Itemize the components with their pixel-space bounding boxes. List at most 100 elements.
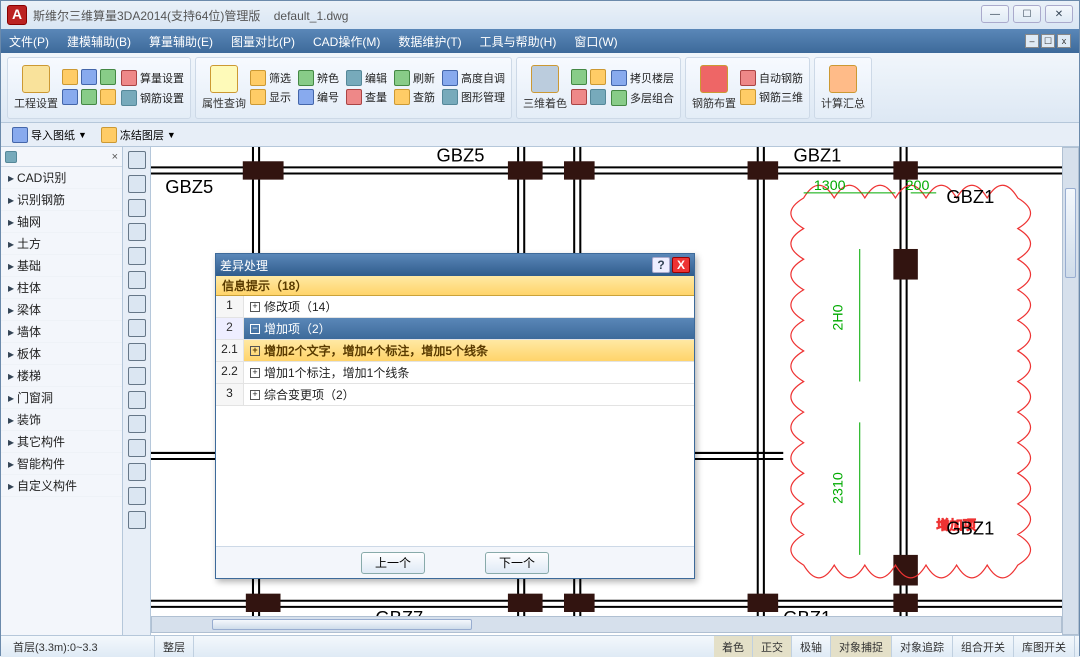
list-row[interactable]: 2−增加项（2） bbox=[216, 318, 694, 340]
list-row[interactable]: 3+综合变更项（2） bbox=[216, 384, 694, 406]
i1[interactable] bbox=[571, 69, 587, 85]
menu-cad[interactable]: CAD操作(M) bbox=[313, 33, 380, 50]
palette-tool[interactable] bbox=[128, 439, 146, 457]
palette-tool[interactable] bbox=[128, 175, 146, 193]
horizontal-scrollbar[interactable] bbox=[151, 616, 1062, 633]
id-button[interactable]: 编号 bbox=[296, 88, 341, 106]
sidebar-item-slab[interactable]: ▸板体 bbox=[1, 343, 122, 365]
next-button[interactable]: 下一个 bbox=[485, 552, 549, 574]
menu-model[interactable]: 建模辅助(B) bbox=[67, 33, 131, 50]
rebar-3d-button[interactable]: 钢筋三维 bbox=[738, 88, 805, 106]
mdi-max[interactable]: ☐ bbox=[1041, 34, 1055, 48]
sidebar-item-axis[interactable]: ▸轴网 bbox=[1, 211, 122, 233]
palette-tool[interactable] bbox=[128, 151, 146, 169]
status-cell[interactable]: 整层 bbox=[155, 636, 194, 657]
floor-cell[interactable]: 首层(3.3m):0~3.3 bbox=[5, 636, 155, 657]
project-settings-button[interactable]: 工程设置 bbox=[12, 59, 60, 117]
dialog-close-button[interactable]: X bbox=[672, 257, 690, 273]
palette-tool[interactable] bbox=[128, 199, 146, 217]
dialog-titlebar[interactable]: 差异处理 ?X bbox=[216, 254, 694, 276]
expand-icon[interactable]: − bbox=[250, 324, 260, 334]
expand-icon[interactable]: + bbox=[250, 368, 260, 378]
palette-tool[interactable] bbox=[128, 463, 146, 481]
expand-icon[interactable]: + bbox=[250, 302, 260, 312]
show-button[interactable]: 显示 bbox=[248, 88, 293, 106]
gfx-button[interactable]: 图形管理 bbox=[440, 88, 507, 106]
sidebar-item-finish[interactable]: ▸装饰 bbox=[1, 409, 122, 431]
qty-button[interactable]: 查量 bbox=[344, 88, 389, 106]
menu-window[interactable]: 窗口(W) bbox=[574, 33, 617, 50]
close-button[interactable]: ✕ bbox=[1045, 5, 1073, 23]
font-icon[interactable] bbox=[62, 89, 78, 105]
status-cell[interactable]: 极轴 bbox=[792, 636, 831, 657]
save-icon[interactable] bbox=[100, 69, 116, 85]
rebar-settings-button[interactable]: 钢筋设置 bbox=[119, 89, 186, 107]
palette-tool[interactable] bbox=[128, 415, 146, 433]
sidebar-item-smart[interactable]: ▸智能构件 bbox=[1, 453, 122, 475]
freeze-layer-button[interactable]: 冻结图层▼ bbox=[96, 125, 181, 145]
property-query-button[interactable]: 属性查询 bbox=[200, 59, 248, 117]
auto-rebar-button[interactable]: 自动钢筋 bbox=[738, 69, 805, 87]
prev-button[interactable]: 上一个 bbox=[361, 552, 425, 574]
menu-data[interactable]: 数据维护(T) bbox=[398, 33, 461, 50]
i4[interactable] bbox=[590, 89, 606, 105]
open-icon[interactable] bbox=[81, 69, 97, 85]
pin-icon[interactable] bbox=[5, 151, 17, 163]
status-cell[interactable]: 对象捕捉 bbox=[831, 636, 892, 657]
multi-floor-button[interactable]: 多层组合 bbox=[609, 89, 676, 107]
palette-tool[interactable] bbox=[128, 343, 146, 361]
expand-icon[interactable]: + bbox=[250, 390, 260, 400]
status-cell[interactable]: 正交 bbox=[753, 636, 792, 657]
height-button[interactable]: 高度自调 bbox=[440, 69, 507, 87]
status-cell[interactable]: 库图开关 bbox=[1014, 636, 1075, 657]
refresh-button[interactable]: 刷新 bbox=[392, 69, 437, 87]
sidebar-item-beam[interactable]: ▸梁体 bbox=[1, 299, 122, 321]
sidebar-item-column[interactable]: ▸柱体 bbox=[1, 277, 122, 299]
mdi-close[interactable]: x bbox=[1057, 34, 1071, 48]
new-icon[interactable] bbox=[62, 69, 78, 85]
palette-tool[interactable] bbox=[128, 391, 146, 409]
sidebar-item-custom[interactable]: ▸自定义构件 bbox=[1, 475, 122, 497]
maximize-button[interactable]: ☐ bbox=[1013, 5, 1041, 23]
rebar-layout-button[interactable]: 钢筋布置 bbox=[690, 59, 738, 117]
i3[interactable] bbox=[571, 89, 587, 105]
palette-tool[interactable] bbox=[128, 487, 146, 505]
list-row[interactable]: 2.1+增加2个文字，增加4个标注，增加5个线条 bbox=[216, 340, 694, 362]
sidebar-close[interactable]: × bbox=[112, 151, 118, 163]
palette-tool[interactable] bbox=[128, 319, 146, 337]
palette-tool[interactable] bbox=[128, 271, 146, 289]
list-row[interactable]: 2.2+增加1个标注，增加1个线条 bbox=[216, 362, 694, 384]
sidebar-item-opening[interactable]: ▸门窗洞 bbox=[1, 387, 122, 409]
palette-tool[interactable] bbox=[128, 367, 146, 385]
menu-calc[interactable]: 算量辅助(E) bbox=[149, 33, 213, 50]
help-button[interactable]: ? bbox=[652, 257, 670, 273]
import-drawing-button[interactable]: 导入图纸▼ bbox=[7, 125, 92, 145]
sidebar-item-rebar[interactable]: ▸识别钢筋 bbox=[1, 189, 122, 211]
sidebar-item-wall[interactable]: ▸墙体 bbox=[1, 321, 122, 343]
menu-file[interactable]: 文件(P) bbox=[9, 33, 49, 50]
sidebar-item-stair[interactable]: ▸楼梯 bbox=[1, 365, 122, 387]
calc-summary-button[interactable]: 计算汇总 bbox=[819, 59, 867, 117]
3d-shade-button[interactable]: 三维着色 bbox=[521, 59, 569, 117]
sidebar-item-other[interactable]: ▸其它构件 bbox=[1, 431, 122, 453]
palette-tool[interactable] bbox=[128, 223, 146, 241]
sidebar-item-cad[interactable]: ▸CAD识别 bbox=[1, 167, 122, 189]
mdi-min[interactable]: – bbox=[1025, 34, 1039, 48]
filter-button[interactable]: 筛选 bbox=[248, 69, 293, 87]
undo-icon[interactable] bbox=[81, 89, 97, 105]
copy-floor-button[interactable]: 拷贝楼层 bbox=[609, 69, 676, 87]
list-row[interactable]: 1+修改项（14） bbox=[216, 296, 694, 318]
palette-tool[interactable] bbox=[128, 295, 146, 313]
sidebar-item-earth[interactable]: ▸土方 bbox=[1, 233, 122, 255]
color-button[interactable]: 辨色 bbox=[296, 69, 341, 87]
edit-button[interactable]: 编辑 bbox=[344, 69, 389, 87]
palette-tool[interactable] bbox=[128, 511, 146, 529]
vertical-scrollbar[interactable] bbox=[1062, 147, 1079, 635]
expand-icon[interactable]: + bbox=[250, 346, 260, 356]
menu-compare[interactable]: 图量对比(P) bbox=[231, 33, 295, 50]
minimize-button[interactable]: — bbox=[981, 5, 1009, 23]
menu-tools[interactable]: 工具与帮助(H) bbox=[480, 33, 557, 50]
calc-settings-button[interactable]: 算量设置 bbox=[119, 69, 186, 87]
palette-tool[interactable] bbox=[128, 247, 146, 265]
status-cell[interactable]: 组合开关 bbox=[953, 636, 1014, 657]
